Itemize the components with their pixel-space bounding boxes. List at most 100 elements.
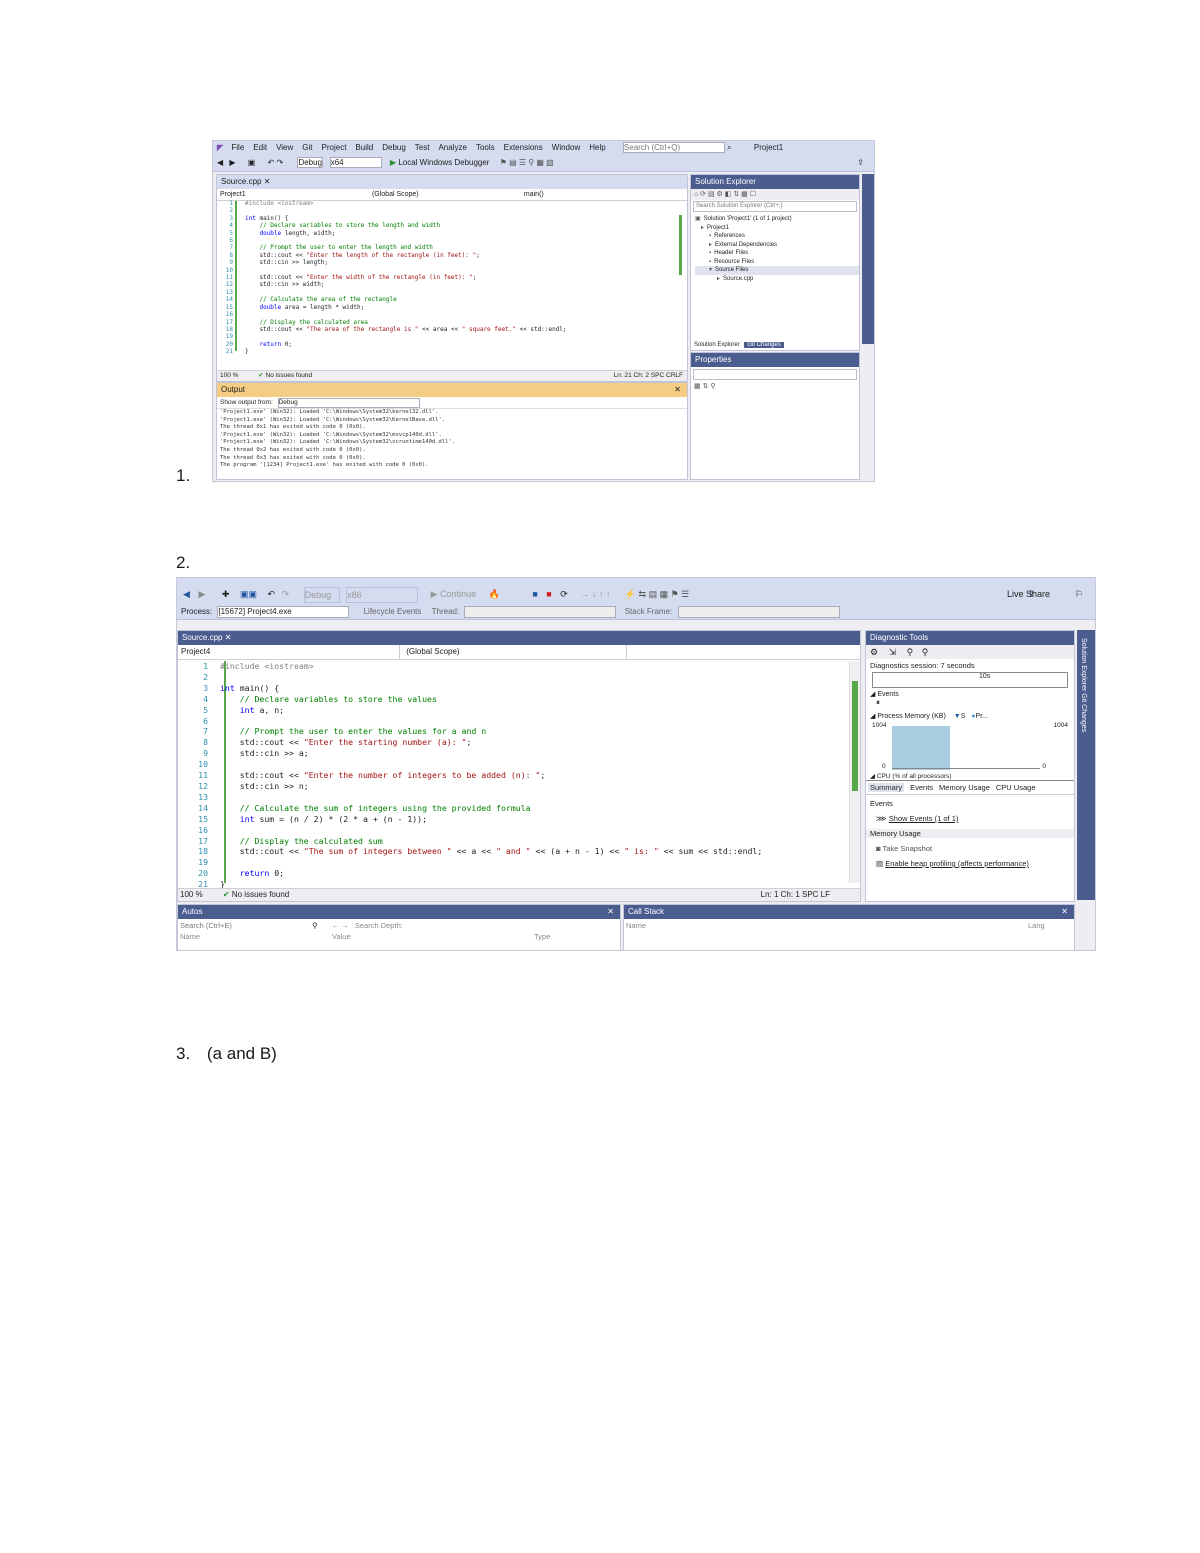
code-line[interactable]: 3 int main() {: [178, 683, 762, 694]
search-icon[interactable]: ⌕: [727, 143, 731, 152]
continue-icon[interactable]: ▶: [431, 589, 438, 599]
code-line[interactable]: 9 std::cin >> a;: [178, 748, 762, 759]
diag-tab[interactable]: Summary: [868, 783, 905, 792]
platform-dropdown[interactable]: x86: [346, 586, 419, 603]
tree-item[interactable]: ▣ Solution 'Project1' (1 of 1 project): [695, 215, 859, 224]
menu-item[interactable]: Tools: [476, 143, 495, 152]
code-area[interactable]: 1 #include <iostream> 2 3 int main() {4 // D…: [178, 661, 762, 890]
menu-item[interactable]: Test: [415, 143, 430, 152]
diag-tab[interactable]: CPU Usage: [996, 783, 1036, 792]
code-line[interactable]: 5 double length, width;: [217, 230, 567, 237]
code-line[interactable]: 15 double area = length * width;: [217, 304, 567, 311]
output-close-icon[interactable]: ✕: [674, 384, 681, 396]
thread-dropdown[interactable]: [464, 605, 617, 618]
code-line[interactable]: 12 std::cin >> width;: [217, 281, 567, 288]
solution-search[interactable]: Search Solution Explorer (Ctrl+;): [693, 201, 857, 212]
tree-item[interactable]: ▸ Source.cpp: [695, 275, 859, 284]
diag-tab[interactable]: Memory Usage: [939, 783, 990, 792]
code-line[interactable]: 10: [178, 759, 762, 770]
code-line[interactable]: 21}: [217, 348, 567, 355]
code-line[interactable]: 13: [178, 792, 762, 803]
restart-icon[interactable]: ⟳: [560, 589, 568, 599]
save-all-icon[interactable]: ▣▣: [240, 589, 257, 599]
menu-item[interactable]: Edit: [253, 143, 267, 152]
menu-item[interactable]: File: [231, 143, 244, 152]
properties-object-dropdown[interactable]: [693, 369, 857, 380]
code-line[interactable]: 1 #include <iostream>: [178, 661, 762, 672]
close-tab-icon[interactable]: ✕: [264, 177, 271, 186]
tab-git-changes[interactable]: Git Changes: [744, 342, 784, 348]
code-line[interactable]: 19: [178, 857, 762, 868]
editor-scroll-thumb[interactable]: [852, 681, 858, 791]
stop-icon[interactable]: ■: [532, 589, 537, 599]
show-events-link[interactable]: ⋙ Show Events (1 of 1): [866, 814, 1074, 823]
code-line[interactable]: 4 // Declare variables to store the leng…: [217, 222, 567, 229]
menu-item[interactable]: Window: [552, 143, 580, 152]
zoom-level[interactable]: 100 %: [217, 372, 238, 379]
run-button[interactable]: Local Windows Debugger: [398, 158, 489, 167]
code-line[interactable]: 14 // Calculate the area of the rectangl…: [217, 296, 567, 303]
code-line[interactable]: 17 // Display the calculated area: [217, 319, 567, 326]
nav-scope[interactable]: (Global Scope): [372, 189, 522, 200]
side-tabs-label[interactable]: Solution Explorer Git Changes: [1077, 630, 1087, 732]
column-header[interactable]: Lang: [1026, 921, 1058, 930]
code-line[interactable]: 16: [178, 825, 762, 836]
nav-forward-icon[interactable]: ▶: [198, 589, 205, 599]
forward-icon[interactable]: ▶: [229, 158, 235, 167]
code-line[interactable]: 10: [217, 267, 567, 274]
tree-item[interactable]: ▪ References: [695, 232, 859, 241]
search-icon[interactable]: ⚲: [312, 921, 318, 930]
call-stack-close-icon[interactable]: ✕: [1061, 906, 1068, 918]
menu-item[interactable]: Analyze: [438, 143, 466, 152]
undo-icon[interactable]: ↶: [267, 589, 275, 599]
code-line[interactable]: 11 std::cout << "Enter the number of int…: [178, 770, 762, 781]
step-icons[interactable]: → ↓ ↑ ↑: [580, 589, 610, 599]
stack-frame-dropdown[interactable]: [677, 605, 840, 618]
search-box[interactable]: Search (Ctrl+Q): [622, 142, 725, 154]
code-line[interactable]: 9 std::cin >> length;: [217, 259, 567, 266]
editor-tab[interactable]: Source.cpp: [221, 177, 261, 186]
process-dropdown[interactable]: [15672] Project4.exe: [217, 606, 350, 618]
take-snapshot-button[interactable]: ◙ Take Snapshot: [866, 844, 1074, 853]
editor-scrollbar[interactable]: [849, 661, 860, 883]
code-line[interactable]: 1 #include <iostream>: [217, 200, 567, 207]
autos-close-icon[interactable]: ✕: [607, 906, 614, 918]
issues-status[interactable]: No issues found: [232, 890, 289, 899]
code-area[interactable]: 1 #include <iostream> 2 3 int main() {4 // D…: [217, 200, 567, 356]
issues-status[interactable]: No issues found: [266, 372, 313, 379]
menu-item[interactable]: Extensions: [504, 143, 543, 152]
diag-tab[interactable]: Events: [910, 783, 933, 792]
code-line[interactable]: 2: [217, 207, 567, 214]
tree-item[interactable]: ▪ Resource Files: [695, 258, 859, 267]
settings-icon[interactable]: ⚙: [870, 647, 878, 657]
code-line[interactable]: 13: [217, 289, 567, 296]
code-line[interactable]: 7 // Prompt the user to enter the length…: [217, 244, 567, 251]
column-header[interactable]: Value: [330, 932, 532, 941]
code-line[interactable]: 14 // Calculate the sum of integers usin…: [178, 803, 762, 814]
code-line[interactable]: 8 std::cout << "Enter the starting numbe…: [178, 737, 762, 748]
menu-item[interactable]: Debug: [382, 143, 406, 152]
code-line[interactable]: 11 std::cout << "Enter the width of the …: [217, 274, 567, 281]
nav-project[interactable]: Project1: [217, 189, 370, 200]
hot-reload-icon[interactable]: 🔥: [489, 589, 500, 599]
undo-icon[interactable]: ↶: [268, 158, 275, 167]
menu-item[interactable]: Project: [322, 143, 347, 152]
column-header[interactable]: Name: [178, 932, 330, 941]
stop-debugging-icon[interactable]: ■: [546, 589, 551, 599]
code-line[interactable]: 8 std::cout << "Enter the length of the …: [217, 252, 567, 259]
autos-search[interactable]: Search (Ctrl+E): [178, 919, 310, 932]
code-line[interactable]: 2: [178, 672, 762, 683]
editor-tab[interactable]: Source.cpp: [182, 633, 222, 642]
zoom-level[interactable]: 100 %: [178, 890, 203, 899]
autos-nav-icons[interactable]: ← →: [332, 921, 349, 930]
code-line[interactable]: 7 // Prompt the user to enter the values…: [178, 726, 762, 737]
output-source-dropdown[interactable]: Debug: [277, 398, 420, 408]
code-line[interactable]: 20 return 0;: [217, 341, 567, 348]
tree-item[interactable]: ▪ Header Files: [695, 249, 859, 258]
zoom-out-icon[interactable]: ⚲: [922, 647, 929, 657]
tree-item[interactable]: ▾ Source Files: [695, 266, 859, 275]
live-share-icon[interactable]: ⇪: [857, 155, 864, 171]
code-line[interactable]: 17 // Display the calculated sum: [178, 836, 762, 847]
code-line[interactable]: 15 int sum = (n / 2) * (2 * a + (n - 1))…: [178, 814, 762, 825]
nav-function[interactable]: main(): [524, 191, 544, 198]
